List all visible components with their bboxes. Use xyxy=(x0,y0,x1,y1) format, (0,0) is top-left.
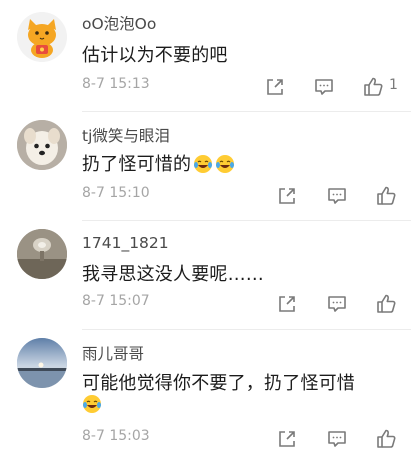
comment-text: 可能他觉得你不要了，扔了怪可惜 xyxy=(82,373,355,394)
timestamp: 8-7 15:03 xyxy=(82,428,150,444)
like-button[interactable] xyxy=(362,76,384,98)
reply-button[interactable] xyxy=(313,76,335,98)
comment-meta: 8-7 15:07 xyxy=(0,293,411,317)
username[interactable]: oO泡泡Oo xyxy=(82,12,156,34)
comment-icon xyxy=(328,431,346,447)
avatar[interactable] xyxy=(17,12,67,62)
room-photo-avatar-icon xyxy=(17,229,67,279)
reply-button[interactable] xyxy=(326,293,348,315)
comment-emoji-line xyxy=(82,394,102,415)
timestamp: 8-7 15:13 xyxy=(82,76,150,92)
comment-icon xyxy=(328,296,346,312)
comment-text: 我寻思这没人要呢…… xyxy=(82,264,264,285)
reply-button[interactable] xyxy=(326,428,348,450)
username[interactable]: tj微笑与眼泪 xyxy=(82,124,170,146)
reply-button[interactable] xyxy=(326,185,348,207)
laugh-cry-emoji-icon xyxy=(83,395,101,413)
timestamp: 8-7 15:10 xyxy=(82,185,150,201)
cat-avatar-icon xyxy=(17,12,67,62)
laugh-cry-emoji-icon xyxy=(194,155,213,173)
comment-text-line: 扔了怪可惜的 xyxy=(82,150,235,176)
comment-meta: 8-7 15:13 1 xyxy=(0,76,411,100)
share-icon xyxy=(279,431,295,447)
username[interactable]: 1741_1821 xyxy=(82,234,169,252)
comment-meta: 8-7 15:10 xyxy=(0,185,411,209)
like-button[interactable] xyxy=(375,185,397,207)
share-icon xyxy=(279,296,295,312)
like-button[interactable] xyxy=(375,293,397,315)
share-button[interactable] xyxy=(276,185,298,207)
comment-text: 扔了怪可惜的 xyxy=(82,154,192,175)
divider xyxy=(82,329,411,330)
share-icon xyxy=(279,188,295,204)
laugh-cry-emoji-icon xyxy=(216,155,235,173)
thumbs-up-icon xyxy=(377,429,396,448)
share-button[interactable] xyxy=(276,293,298,315)
share-button[interactable] xyxy=(264,76,286,98)
sunset-lake-avatar-icon xyxy=(17,338,67,388)
like-count: 1 xyxy=(389,77,398,93)
timestamp: 8-7 15:07 xyxy=(82,293,150,309)
like-button[interactable] xyxy=(375,428,397,450)
username[interactable]: 雨儿哥哥 xyxy=(82,342,144,364)
comment-icon xyxy=(315,79,333,95)
thumbs-up-icon xyxy=(377,186,396,205)
comment-icon xyxy=(328,188,346,204)
share-button[interactable] xyxy=(276,428,298,450)
share-icon xyxy=(267,79,283,95)
dog-avatar-icon xyxy=(17,120,67,170)
thumbs-up-icon xyxy=(377,294,396,313)
thumbs-up-icon xyxy=(364,77,383,96)
divider xyxy=(82,220,411,221)
comment-meta: 8-7 15:03 xyxy=(0,428,411,452)
avatar[interactable] xyxy=(17,338,67,388)
comment-text: 估计以为不要的吧 xyxy=(82,45,228,66)
avatar[interactable] xyxy=(17,229,67,279)
divider xyxy=(82,111,411,112)
avatar[interactable] xyxy=(17,120,67,170)
